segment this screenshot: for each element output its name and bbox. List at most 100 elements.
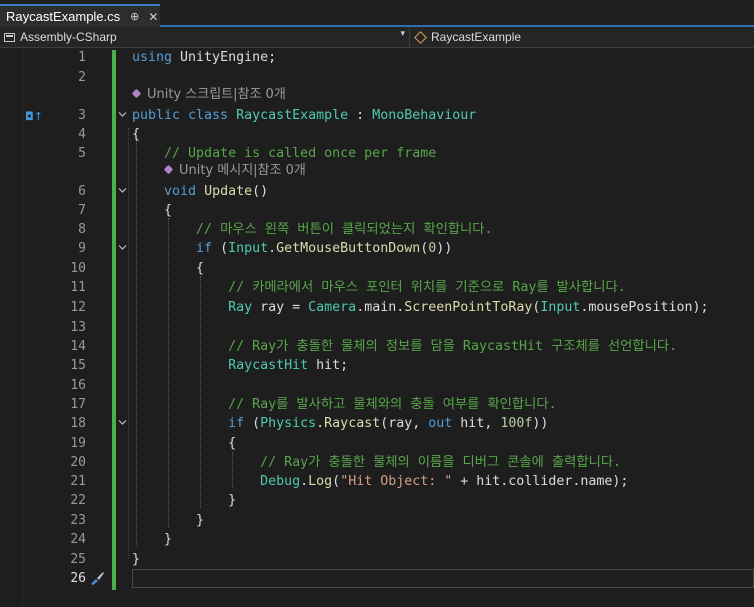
code-text: void Update(): [132, 182, 268, 202]
code-line[interactable]: 16: [0, 376, 754, 396]
code-editor[interactable]: ◘↑ Unity 스크립트|참조 0개 Unity 메시지|참조 0개 1 usi…: [0, 48, 754, 607]
code-line[interactable]: 22 }: [0, 491, 754, 511]
class-dropdown[interactable]: RaycastExample: [414, 27, 754, 47]
code-text: using UnityEngine;: [132, 48, 276, 68]
code-token: (: [212, 241, 229, 256]
code-text: {: [132, 125, 140, 145]
code-line[interactable]: 10 {: [0, 259, 754, 279]
code-token: Camera: [308, 300, 357, 315]
class-icon: [414, 30, 427, 44]
code-token: void: [164, 184, 197, 199]
code-line[interactable]: 25}: [0, 550, 754, 570]
line-number: 25: [70, 552, 86, 567]
code-text: // Ray를 발사하고 물체와의 충돌 여부를 확인합니다.: [132, 395, 557, 415]
fold-chevron-icon[interactable]: [118, 110, 127, 118]
code-line[interactable]: 21 Debug.Log("Hit Object: " + hit.collid…: [0, 472, 754, 492]
code-line[interactable]: 1 using UnityEngine;: [0, 48, 754, 68]
code-token: // Ray를 발사하고 물체와의 충돌 여부를 확인합니다.: [228, 397, 557, 412]
code-text: }: [132, 530, 172, 550]
line-number: 8: [78, 222, 86, 237]
code-line[interactable]: 14 // Ray가 충돌한 물체의 정보를 담을 RaycastHit 구조체…: [0, 337, 754, 357]
line-number: 26: [70, 571, 86, 586]
line-number: 2: [78, 70, 86, 85]
code-line[interactable]: 19 {: [0, 434, 754, 454]
code-token: // Ray가 충돌한 물체의 이름을 디버그 콘솔에 출력합니다.: [260, 455, 622, 470]
document-tab[interactable]: RaycastExample.cs ⊕ ✕: [0, 4, 160, 27]
code-token: ray =: [252, 300, 309, 315]
code-token: Physics: [260, 416, 317, 431]
code-token: }: [132, 493, 237, 508]
code-token: {: [132, 127, 141, 142]
code-line[interactable]: 12 Ray ray = Camera.main.ScreenPointToRa…: [0, 298, 754, 318]
tab-title[interactable]: RaycastExample.cs: [6, 9, 120, 24]
pin-icon[interactable]: ⊕: [130, 10, 139, 23]
fold-chevron-icon[interactable]: [118, 418, 127, 426]
code-line[interactable]: 26: [0, 569, 754, 589]
codelens-class[interactable]: Unity 스크립트|참조 0개: [131, 86, 286, 104]
code-token: Log: [308, 474, 333, 489]
code-text: if (Input.GetMouseButtonDown(0)): [132, 239, 452, 259]
code-line[interactable]: 15 RaycastHit hit;: [0, 356, 754, 376]
code-token: // 마우스 왼쪽 버튼이 클릭되었는지 확인합니다.: [196, 222, 493, 237]
code-token: .: [268, 241, 277, 256]
code-line[interactable]: 2: [0, 68, 754, 88]
project-dropdown[interactable]: Assembly-CSharp ▾: [4, 27, 410, 47]
code-line[interactable]: 7 {: [0, 201, 754, 221]
code-token: // Ray가 충돌한 물체의 정보를 담을 RaycastHit 구조체를 선…: [228, 339, 678, 354]
line-number: 22: [70, 493, 86, 508]
code-text: // Ray가 충돌한 물체의 정보를 담을 RaycastHit 구조체를 선…: [132, 337, 677, 357]
code-token: MonoBehaviour: [372, 108, 477, 123]
code-token: )): [436, 241, 453, 256]
code-token: RaycastHit: [228, 358, 309, 373]
code-text: {: [132, 201, 172, 221]
code-token: Update: [204, 184, 253, 199]
code-token: {: [132, 203, 173, 218]
line-number: 17: [70, 397, 86, 412]
code-line[interactable]: 3 public class RaycastExample : MonoBehav…: [0, 106, 754, 126]
code-line[interactable]: 11 // 카메라에서 마우스 포인터 위치를 기준으로 Ray를 발사합니다.: [0, 278, 754, 298]
line-number: 15: [70, 358, 86, 373]
code-line[interactable]: 8 // 마우스 왼쪽 버튼이 클릭되었는지 확인합니다.: [0, 220, 754, 240]
code-line[interactable]: 9 if (Input.GetMouseButtonDown(0)): [0, 239, 754, 259]
line-number: 16: [70, 378, 86, 393]
code-text: {: [132, 434, 236, 454]
code-token: public class: [132, 108, 237, 123]
code-text: // Update is called once per frame: [132, 144, 436, 164]
code-line[interactable]: 23 }: [0, 511, 754, 531]
fold-chevron-icon[interactable]: [118, 186, 127, 194]
chevron-down-icon[interactable]: ▾: [400, 29, 405, 39]
code-token: out: [428, 416, 453, 431]
code-token: {: [132, 261, 205, 276]
close-icon[interactable]: ✕: [148, 10, 158, 24]
line-number: 6: [78, 184, 86, 199]
unity-icon: [131, 88, 142, 99]
fold-chevron-icon[interactable]: [118, 243, 127, 251]
code-token: hit,: [452, 416, 501, 431]
code-token: )): [532, 416, 549, 431]
codelens-method-text: Unity 메시지|참조 0개: [179, 163, 306, 178]
code-line[interactable]: 24 }: [0, 530, 754, 550]
code-token: {: [132, 436, 237, 451]
code-line[interactable]: 20 // Ray가 충돌한 물체의 이름을 디버그 콘솔에 출력합니다.: [0, 453, 754, 473]
code-line[interactable]: 13: [0, 318, 754, 338]
code-line[interactable]: 18 if (Physics.Raycast(ray, out hit, 100…: [0, 414, 754, 434]
code-token: // 카메라에서 마우스 포인터 위치를 기준으로 Ray를 발사합니다.: [228, 280, 626, 295]
line-number: 11: [70, 280, 86, 295]
code-line[interactable]: 17 // Ray를 발사하고 물체와의 충돌 여부를 확인합니다.: [0, 395, 754, 415]
code-text: }: [132, 511, 204, 531]
line-number: 20: [70, 455, 86, 470]
codelens-class-text: Unity 스크립트|참조 0개: [147, 87, 286, 102]
code-line[interactable]: 4{: [0, 125, 754, 145]
unity-icon: [163, 164, 174, 175]
code-line[interactable]: 6 void Update(): [0, 182, 754, 202]
code-line[interactable]: 5 // Update is called once per frame: [0, 144, 754, 164]
code-token: Raycast: [324, 416, 381, 431]
code-token: UnityEngine;: [172, 50, 277, 65]
code-text: }: [132, 550, 140, 570]
code-text: {: [132, 259, 204, 279]
codelens-method[interactable]: Unity 메시지|참조 0개: [163, 162, 306, 180]
